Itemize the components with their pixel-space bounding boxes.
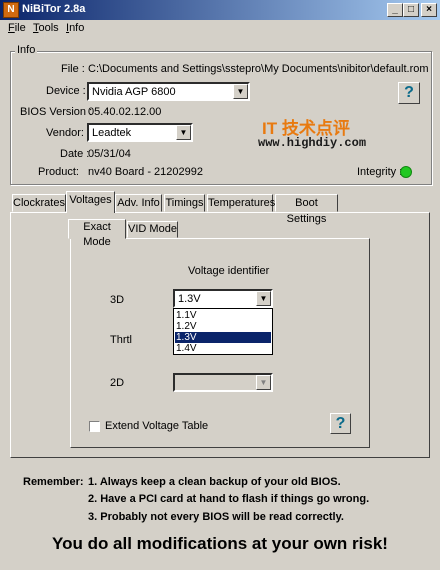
subtab-exact-mode[interactable]: Exact Mode: [68, 219, 126, 248]
menu-info-label: Info: [66, 22, 85, 34]
tab-temperatures-label: Temperatures: [208, 197, 276, 209]
device-value: Nvidia AGP 6800: [92, 86, 176, 98]
bios-version-label: BIOS Version :: [20, 106, 93, 118]
tab-adv-info[interactable]: Adv. Info: [115, 194, 162, 212]
remember-label: Remember:: [23, 476, 84, 488]
menu-bar: File Tools Info: [0, 20, 440, 38]
subtab-vid-mode[interactable]: VID Mode: [127, 221, 178, 238]
minimize-button[interactable]: _: [387, 3, 403, 17]
tab-clockrates-label: Clockrates: [13, 197, 65, 209]
window-title: NiBiTor 2.8a: [22, 3, 86, 15]
vendor-select[interactable]: Leadtek ▼: [87, 123, 193, 142]
date-value: 05/31/04: [88, 148, 131, 160]
menu-info[interactable]: Info: [66, 22, 84, 34]
remember-line-2: 2. Have a PCI card at hand to flash if t…: [88, 493, 370, 505]
voltage-thrtl-label: Thrtl: [110, 334, 132, 346]
chevron-down-icon[interactable]: ▼: [233, 84, 248, 99]
voltage-dropdown-list[interactable]: 1.1V 1.2V 1.3V 1.4V: [173, 308, 273, 355]
product-value: nv40 Board - 21202992: [88, 166, 203, 178]
menu-tools[interactable]: Tools: [33, 22, 59, 34]
voltages-help-button[interactable]: ?: [330, 413, 351, 434]
file-path: C:\Documents and Settings\sstepro\My Doc…: [88, 63, 429, 75]
tab-voltages-label: Voltages: [69, 194, 112, 206]
voltage-2d-label: 2D: [110, 377, 125, 389]
file-label: File :: [61, 63, 85, 75]
menu-tools-label: Tools: [33, 22, 59, 34]
subtab-exact-mode-label: Exact Mode: [83, 221, 111, 248]
extend-voltage-table-label: Extend Voltage Table: [105, 420, 209, 432]
info-group-label: Info: [15, 44, 38, 56]
menu-file[interactable]: File: [8, 22, 26, 34]
remember-line-1: 1. Always keep a clean backup of your ol…: [88, 476, 341, 488]
device-label: Device :: [46, 85, 86, 97]
remember-line-3: 3. Probably not every BIOS will be read …: [88, 511, 344, 523]
menu-file-label: File: [8, 22, 26, 34]
voltage-option[interactable]: 1.2V: [175, 321, 271, 332]
chevron-down-icon[interactable]: ▼: [256, 375, 271, 390]
title-bar[interactable]: N NiBiTor 2.8a _ □ ×: [0, 0, 440, 20]
vendor-value: Leadtek: [92, 127, 132, 139]
date-label: Date :: [60, 148, 90, 160]
voltage-3d-label: 3D: [110, 294, 125, 306]
voltage-option[interactable]: 1.3V: [175, 332, 271, 343]
tab-adv-info-label: Adv. Info: [117, 197, 160, 209]
voltage-2d-select[interactable]: ▼: [173, 373, 273, 392]
voltage-3d-value: 1.3V: [178, 293, 201, 305]
tab-timings-label: Timings: [165, 197, 204, 209]
chevron-down-icon[interactable]: ▼: [176, 125, 191, 140]
subtab-vid-mode-label: VID Mode: [128, 223, 177, 235]
voltage-option[interactable]: 1.1V: [175, 310, 271, 321]
tab-temperatures[interactable]: Temperatures: [207, 194, 276, 212]
voltage-3d-select[interactable]: 1.3V ▼: [173, 289, 273, 308]
risk-warning: You do all modifications at your own ris…: [52, 534, 388, 553]
product-label: Product:: [38, 166, 79, 178]
vendor-label: Vendor:: [46, 127, 84, 139]
bios-version-value: 05.40.02.12.00: [88, 106, 162, 118]
app-icon: N: [3, 2, 19, 18]
voltage-option[interactable]: 1.4V: [175, 343, 271, 354]
device-select[interactable]: Nvidia AGP 6800 ▼: [87, 82, 250, 101]
tab-voltages[interactable]: Voltages: [66, 191, 115, 213]
watermark-url: www.highdiy.com: [258, 136, 367, 150]
integrity-label: Integrity :: [357, 166, 403, 178]
help-button[interactable]: ?: [398, 82, 420, 104]
chevron-down-icon[interactable]: ▼: [256, 291, 271, 306]
tab-timings[interactable]: Timings: [164, 194, 205, 212]
tab-boot-settings[interactable]: Boot Settings: [275, 194, 338, 225]
maximize-button[interactable]: □: [403, 3, 419, 17]
voltage-identifier-label: Voltage identifier: [188, 265, 270, 277]
close-button[interactable]: ×: [421, 3, 437, 17]
tab-clockrates[interactable]: Clockrates: [12, 194, 66, 212]
extend-voltage-table-checkbox[interactable]: [89, 421, 100, 432]
integrity-indicator: [400, 166, 412, 178]
